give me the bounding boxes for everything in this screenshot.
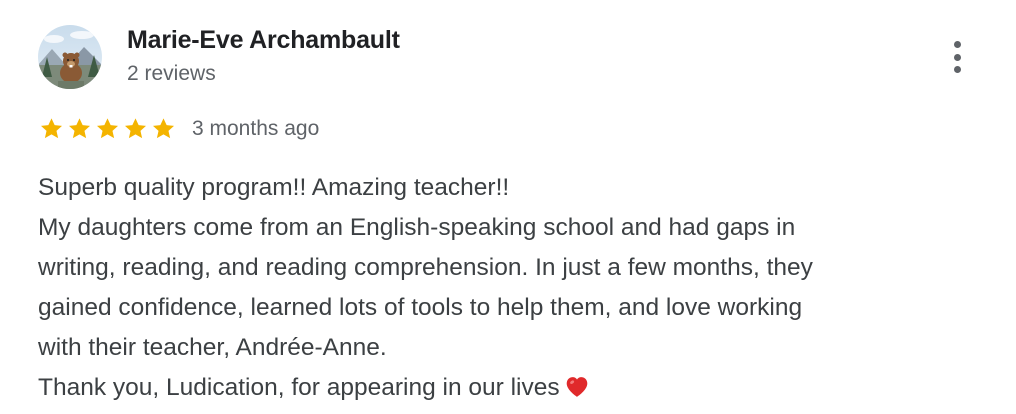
- star-icon: [94, 116, 121, 142]
- star-rating: [38, 116, 177, 142]
- author-avatar[interactable]: [38, 25, 102, 89]
- author-review-count[interactable]: 2 reviews: [127, 62, 216, 86]
- star-icon: [66, 116, 93, 142]
- more-options-button[interactable]: [942, 37, 972, 77]
- author-name[interactable]: Marie-Eve Archambault: [127, 26, 400, 55]
- review-text-line: Thank you, Ludication, for appearing in …: [38, 374, 560, 401]
- review-text-line-last: Thank you, Ludication, for appearing in …: [38, 368, 978, 411]
- more-vert-icon-dot: [953, 66, 961, 73]
- more-vert-icon: [953, 41, 961, 48]
- review-text-line: My daughters come from an English-speaki…: [38, 214, 796, 241]
- more-vert-icon-dot: [953, 53, 961, 61]
- review-date: 3 months ago: [192, 117, 320, 140]
- star-icon: [122, 116, 149, 142]
- review-text-line: gained confidence, learned lots of tools…: [38, 294, 803, 321]
- review-text-line: with their teacher, Andrée-Anne.: [38, 334, 387, 361]
- review-card: Marie-Eve Archambault 2 reviews 3 months…: [0, 0, 1016, 414]
- review-text-line: Superb quality program!! Amazing teacher…: [38, 174, 510, 201]
- star-icon: [38, 116, 65, 142]
- star-icon: [150, 116, 177, 142]
- review-text: Superb quality program!! Amazing teacher…: [38, 168, 978, 411]
- avatar-illustration: [38, 25, 102, 89]
- review-text-line: writing, reading, and reading comprehens…: [38, 254, 813, 281]
- heart-emoji-icon: [564, 371, 590, 411]
- rating-row: 3 months ago: [38, 114, 319, 144]
